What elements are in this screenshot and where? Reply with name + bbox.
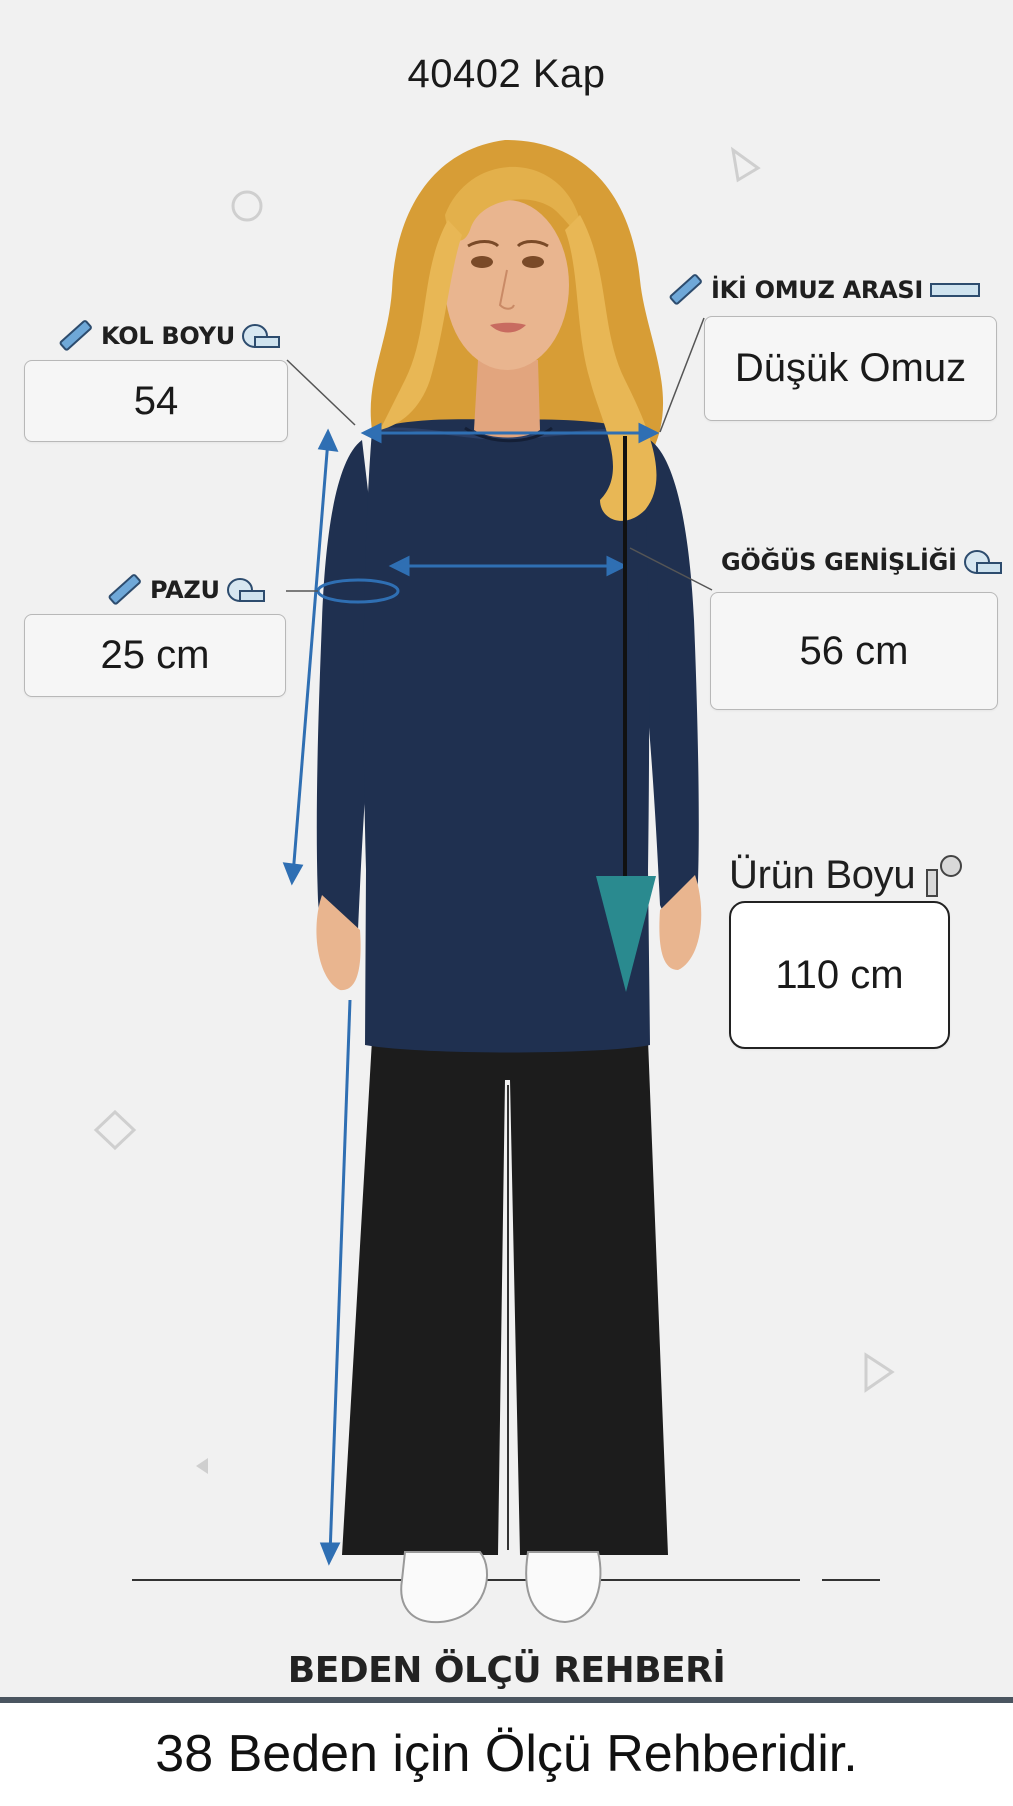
decor-circle [231,190,263,222]
tape-measure-icon [241,324,280,348]
sleeve-arrowhead-top [317,428,339,452]
leader-kol-boyu [286,359,356,426]
pazu-text: PAZU [150,576,220,604]
tape-measure-icon [963,550,1002,574]
shoe-left [400,1551,488,1624]
iki-omuz-text: İKİ OMUZ ARASI [711,276,923,304]
ruler-icon [930,283,980,297]
kol-boyu-value: 54 [24,360,288,442]
pazu-value: 25 cm [24,614,286,697]
gogus-text: GÖĞÜS GENİŞLİĞİ [721,548,957,576]
eye-right [522,256,544,268]
iki-omuz-label: İKİ OMUZ ARASI [665,270,981,310]
tape-measure-icon [926,855,963,897]
urun-boyu-text: Ürün Boyu [729,852,916,897]
ruler-icon [108,574,141,605]
size-guide: 40402 Kap KOL BOYU 54 İKİ OMUZ ARASI Düş… [0,0,1013,1806]
decor-diamond [93,1109,137,1151]
kol-boyu-label: KOL BOYU [55,316,281,356]
neck [474,360,540,438]
gogus-label: GÖĞÜS GENİŞLİĞİ [721,547,1003,577]
urun-boyu-label: Ürün Boyu [729,852,967,898]
footer-note: 38 Beden için Ölçü Rehberidir. [155,1725,858,1783]
product-title: 40402 Kap [407,52,606,96]
ruler-icon [59,320,92,351]
sleeve-arrowhead-bottom [282,862,304,886]
decor-play [864,1352,895,1393]
tape-measure-icon [226,578,265,602]
iki-omuz-value: Düşük Omuz [704,316,997,421]
pazu-label: PAZU [104,570,266,610]
shoe-right [525,1551,602,1624]
gogus-value: 56 cm [710,592,998,710]
urun-boyu-value: 110 cm [729,901,950,1049]
leader-omuz [659,317,705,433]
eye-left [471,256,493,268]
shoulder-arrowhead-left [360,422,382,444]
decor-triangle [730,146,761,183]
pants [342,1040,668,1555]
height-arrowhead-bottom [319,1542,341,1566]
guide-title: BEDEN ÖLÇÜ REHBERİ [287,1650,726,1691]
decor-small-triangle [196,1458,208,1474]
kol-boyu-text: KOL BOYU [101,322,235,350]
ruler-icon [669,274,702,305]
